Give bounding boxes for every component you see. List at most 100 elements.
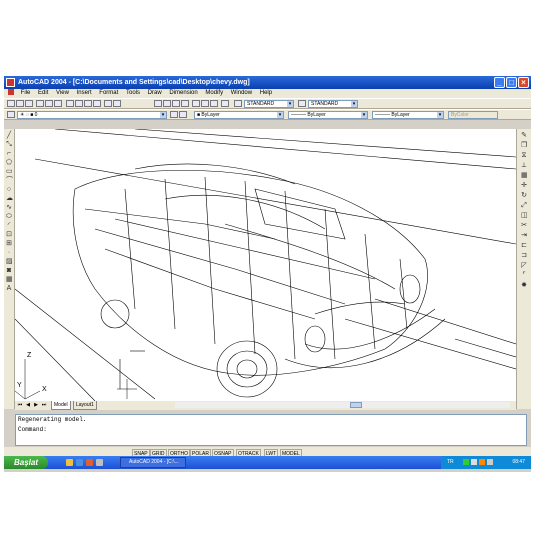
command-window[interactable]: Regenerating model. Command: bbox=[15, 414, 527, 446]
zoom-previous-icon[interactable] bbox=[181, 100, 189, 107]
break-icon[interactable]: ⊏ bbox=[521, 242, 527, 249]
menu-file[interactable]: File bbox=[18, 89, 34, 98]
properties-icon[interactable] bbox=[192, 100, 200, 107]
erase-icon[interactable]: ✎ bbox=[521, 132, 527, 139]
polygon-icon[interactable]: ⬠ bbox=[6, 159, 12, 166]
media-player-icon[interactable] bbox=[86, 459, 93, 466]
layer-combo[interactable]: ☀ ◌ ■ 0 ▾ bbox=[17, 111, 167, 119]
pan-icon[interactable] bbox=[154, 100, 162, 107]
scale-icon[interactable]: ⤢ bbox=[521, 202, 527, 209]
table-icon[interactable]: ▦ bbox=[6, 276, 13, 283]
dim-style-combo[interactable]: STANDARD ▾ bbox=[308, 100, 358, 108]
new-icon[interactable] bbox=[7, 100, 15, 107]
tray-volume-icon[interactable] bbox=[471, 459, 477, 465]
menu-view[interactable]: View bbox=[53, 89, 72, 98]
paste-icon[interactable] bbox=[84, 100, 92, 107]
match-properties-icon[interactable] bbox=[93, 100, 101, 107]
undo-icon[interactable] bbox=[104, 100, 112, 107]
tab-model[interactable]: Model bbox=[51, 401, 71, 410]
design-center-icon[interactable] bbox=[201, 100, 209, 107]
layer-previous-icon[interactable] bbox=[179, 111, 187, 118]
print-icon[interactable] bbox=[36, 100, 44, 107]
move-icon[interactable]: ✛ bbox=[521, 182, 527, 189]
command-prompt[interactable]: Command: bbox=[16, 425, 526, 435]
title-bar[interactable]: AutoCAD 2004 - [C:\Documents and Setting… bbox=[4, 76, 531, 89]
close-button[interactable]: × bbox=[518, 77, 529, 88]
fillet-icon[interactable]: ⌜ bbox=[521, 272, 527, 279]
drawing-area[interactable]: Z Y X bbox=[15, 129, 516, 401]
copy-icon[interactable] bbox=[75, 100, 83, 107]
copy-object-icon[interactable]: ❐ bbox=[521, 142, 527, 149]
previous-tab-icon[interactable]: ◀ bbox=[25, 402, 31, 408]
document-icon[interactable] bbox=[8, 89, 14, 96]
tray-security-icon[interactable] bbox=[479, 459, 485, 465]
preview-icon[interactable] bbox=[45, 100, 53, 107]
quick-launch-icon[interactable] bbox=[96, 459, 103, 466]
help-icon[interactable] bbox=[221, 100, 229, 107]
text-style-combo[interactable]: STANDARD ▾ bbox=[244, 100, 294, 108]
mirror-icon[interactable]: ⧖ bbox=[521, 152, 527, 159]
linetype-combo[interactable]: ——— ByLayer ▾ bbox=[288, 111, 368, 119]
tab-layout1[interactable]: Layout1 bbox=[73, 401, 97, 410]
trim-icon[interactable]: ✂ bbox=[521, 222, 527, 229]
make-layer-current-icon[interactable] bbox=[170, 111, 178, 118]
tray-network-icon[interactable] bbox=[463, 459, 469, 465]
layer-manager-icon[interactable] bbox=[7, 111, 15, 118]
redo-icon[interactable] bbox=[113, 100, 121, 107]
chamfer-icon[interactable]: ◸ bbox=[521, 262, 527, 269]
first-tab-icon[interactable]: ⏮ bbox=[17, 402, 23, 408]
ellipse-icon[interactable]: ⬭ bbox=[6, 213, 12, 220]
region-icon[interactable]: ◙ bbox=[6, 267, 12, 274]
start-button[interactable]: Başlat bbox=[4, 456, 48, 469]
arc-icon[interactable]: ⌒ bbox=[6, 177, 13, 184]
scrollbar-thumb[interactable] bbox=[350, 402, 362, 408]
construction-line-icon[interactable]: ⤡ bbox=[6, 141, 12, 148]
menu-draw[interactable]: Draw bbox=[145, 89, 165, 98]
polyline-icon[interactable]: ⌐ bbox=[6, 150, 12, 157]
menu-tools[interactable]: Tools bbox=[123, 89, 143, 98]
revision-cloud-icon[interactable]: ☁ bbox=[6, 195, 13, 202]
menu-dimension[interactable]: Dimension bbox=[166, 89, 200, 98]
rotate-icon[interactable]: ↻ bbox=[521, 192, 527, 199]
menu-help[interactable]: Help bbox=[257, 89, 275, 98]
rectangle-icon[interactable]: ▭ bbox=[6, 168, 13, 175]
next-tab-icon[interactable]: ▶ bbox=[33, 402, 39, 408]
internet-explorer-icon[interactable] bbox=[76, 459, 83, 466]
tool-palettes-icon[interactable] bbox=[210, 100, 218, 107]
tray-app-icon[interactable] bbox=[487, 459, 493, 465]
horizontal-scrollbar[interactable] bbox=[175, 402, 510, 408]
menu-format[interactable]: Format bbox=[96, 89, 121, 98]
minimize-button[interactable]: _ bbox=[494, 77, 505, 88]
maximize-button[interactable]: □ bbox=[506, 77, 517, 88]
taskbar-autocad-task[interactable]: AutoCAD 2004 - [C:\... bbox=[120, 457, 186, 468]
insert-block-icon[interactable]: ⊡ bbox=[6, 231, 12, 238]
menu-edit[interactable]: Edit bbox=[35, 89, 51, 98]
array-icon[interactable]: ▦ bbox=[521, 172, 528, 179]
menu-insert[interactable]: Insert bbox=[74, 89, 95, 98]
cut-icon[interactable] bbox=[66, 100, 74, 107]
explode-icon[interactable]: ✸ bbox=[521, 282, 527, 289]
circle-icon[interactable]: ○ bbox=[6, 186, 12, 193]
show-desktop-icon[interactable] bbox=[66, 459, 73, 466]
zoom-window-icon[interactable] bbox=[172, 100, 180, 107]
hatch-icon[interactable]: ▨ bbox=[6, 258, 13, 265]
point-icon[interactable]: · bbox=[6, 249, 12, 256]
zoom-realtime-icon[interactable] bbox=[163, 100, 171, 107]
spline-icon[interactable]: ∿ bbox=[6, 204, 12, 211]
line-icon[interactable]: ╱ bbox=[6, 132, 12, 139]
multiline-text-icon[interactable]: A bbox=[6, 285, 12, 292]
ellipse-arc-icon[interactable]: ◜ bbox=[6, 222, 12, 229]
stretch-icon[interactable]: ◫ bbox=[521, 212, 528, 219]
offset-icon[interactable]: ⟂ bbox=[521, 162, 527, 169]
language-indicator[interactable]: TR bbox=[447, 456, 454, 469]
open-icon[interactable] bbox=[16, 100, 24, 107]
publish-icon[interactable] bbox=[54, 100, 62, 107]
save-icon[interactable] bbox=[25, 100, 33, 107]
color-combo[interactable]: ■ ByLayer ▾ bbox=[194, 111, 284, 119]
last-tab-icon[interactable]: ⏭ bbox=[41, 402, 47, 408]
make-block-icon[interactable]: ⊞ bbox=[6, 240, 12, 247]
menu-window[interactable]: Window bbox=[228, 89, 255, 98]
lineweight-combo[interactable]: ——— ByLayer ▾ bbox=[372, 111, 444, 119]
menu-modify[interactable]: Modify bbox=[202, 89, 226, 98]
join-icon[interactable]: ⊐ bbox=[521, 252, 527, 259]
